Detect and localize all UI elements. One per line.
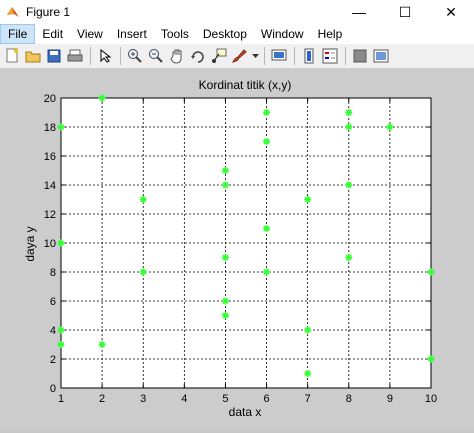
y-tick-label: 6	[50, 296, 56, 308]
new-figure-icon[interactable]	[2, 46, 22, 66]
rotate-3d-icon[interactable]	[188, 46, 208, 66]
maximize-button[interactable]: ☐	[382, 0, 428, 24]
zoom-in-icon[interactable]	[125, 46, 145, 66]
data-point	[427, 355, 435, 363]
x-tick-label: 5	[222, 393, 228, 405]
close-button[interactable]: ✕	[428, 0, 474, 24]
data-point	[57, 326, 65, 334]
brush-dropdown-icon[interactable]	[251, 46, 259, 66]
pan-hand-icon[interactable]	[167, 46, 187, 66]
colorbar-icon[interactable]	[299, 46, 319, 66]
x-tick-label: 2	[99, 393, 105, 405]
figure-window: Figure 1 — ☐ ✕ File Edit View Insert Too…	[0, 0, 474, 428]
scatter-plot[interactable]: Kordinat titik (x,y) 1 2 3 4 5 6 7 8 9 1002468101…	[0, 69, 474, 428]
data-point	[57, 341, 65, 348]
y-tick-label: 2	[50, 354, 56, 366]
toolbar-separator	[294, 47, 295, 65]
data-point	[139, 196, 147, 203]
menu-help[interactable]: Help	[311, 24, 350, 44]
data-point	[57, 239, 65, 247]
y-tick-label: 4	[50, 325, 56, 337]
menu-bar: File Edit View Insert Tools Desktop Wind…	[0, 24, 474, 44]
menu-tools[interactable]: Tools	[154, 24, 196, 44]
y-tick-label: 0	[50, 383, 56, 395]
toolbar-separator	[120, 47, 121, 65]
menu-desktop[interactable]: Desktop	[196, 24, 254, 44]
link-plot-icon[interactable]	[269, 46, 289, 66]
x-tick-label: 8	[346, 393, 352, 405]
show-plot-tools-icon[interactable]	[371, 46, 391, 66]
print-icon[interactable]	[65, 46, 85, 66]
x-tick-label: 4	[181, 393, 187, 405]
toolbar-separator	[264, 47, 265, 65]
toolbar-separator	[345, 47, 346, 65]
data-point	[98, 94, 106, 102]
matlab-logo-icon	[6, 5, 20, 19]
figure-toolbar	[0, 44, 474, 69]
menu-view[interactable]: View	[70, 24, 110, 44]
minimize-button[interactable]: —	[336, 0, 382, 24]
data-point	[98, 341, 106, 348]
chart-title: Kordinat titik (x,y)	[199, 78, 292, 92]
menu-insert[interactable]: Insert	[110, 24, 154, 44]
zoom-out-icon[interactable]	[146, 46, 166, 66]
x-tick-label: 7	[305, 393, 311, 405]
y-tick-label: 20	[44, 93, 56, 105]
x-tick-label: 3	[140, 393, 146, 405]
y-tick-label: 18	[44, 122, 56, 134]
title-bar[interactable]: Figure 1 — ☐ ✕	[0, 0, 474, 24]
y-tick-label: 16	[44, 151, 56, 163]
y-tick-label: 14	[44, 180, 56, 192]
menu-edit[interactable]: Edit	[35, 24, 70, 44]
data-point	[221, 167, 229, 174]
brush-icon[interactable]	[230, 46, 250, 66]
menu-window[interactable]: Window	[254, 24, 311, 44]
hide-plot-tools-icon[interactable]	[350, 46, 370, 66]
menu-file[interactable]: File	[0, 24, 36, 44]
y-tick-label: 12	[44, 209, 56, 221]
x-axis-label: data x	[229, 405, 262, 419]
data-point	[57, 123, 65, 131]
data-point	[221, 181, 229, 189]
x-tick-label: 9	[387, 393, 393, 405]
data-cursor-icon[interactable]	[209, 46, 229, 66]
edit-plot-arrow-icon[interactable]	[95, 46, 115, 66]
axes: 1 2 3 4 5 6 7 8 9 1002468101214161820	[44, 93, 437, 405]
x-tick-label: 10	[425, 393, 437, 405]
window-title: Figure 1	[26, 5, 71, 19]
y-tick-label: 8	[50, 267, 56, 279]
legend-icon[interactable]	[320, 46, 340, 66]
save-icon[interactable]	[44, 46, 64, 66]
y-axis-label: daya y	[23, 226, 37, 261]
toolbar-separator	[90, 47, 91, 65]
y-tick-label: 10	[44, 238, 56, 250]
x-tick-label: 1	[58, 393, 64, 405]
open-file-icon[interactable]	[23, 46, 43, 66]
figure-canvas[interactable]: Kordinat titik (x,y) 1 2 3 4 5 6 7 8 9 10 0 2 4 6 8 10 1…	[0, 69, 474, 428]
x-tick-label: 6	[263, 393, 269, 405]
